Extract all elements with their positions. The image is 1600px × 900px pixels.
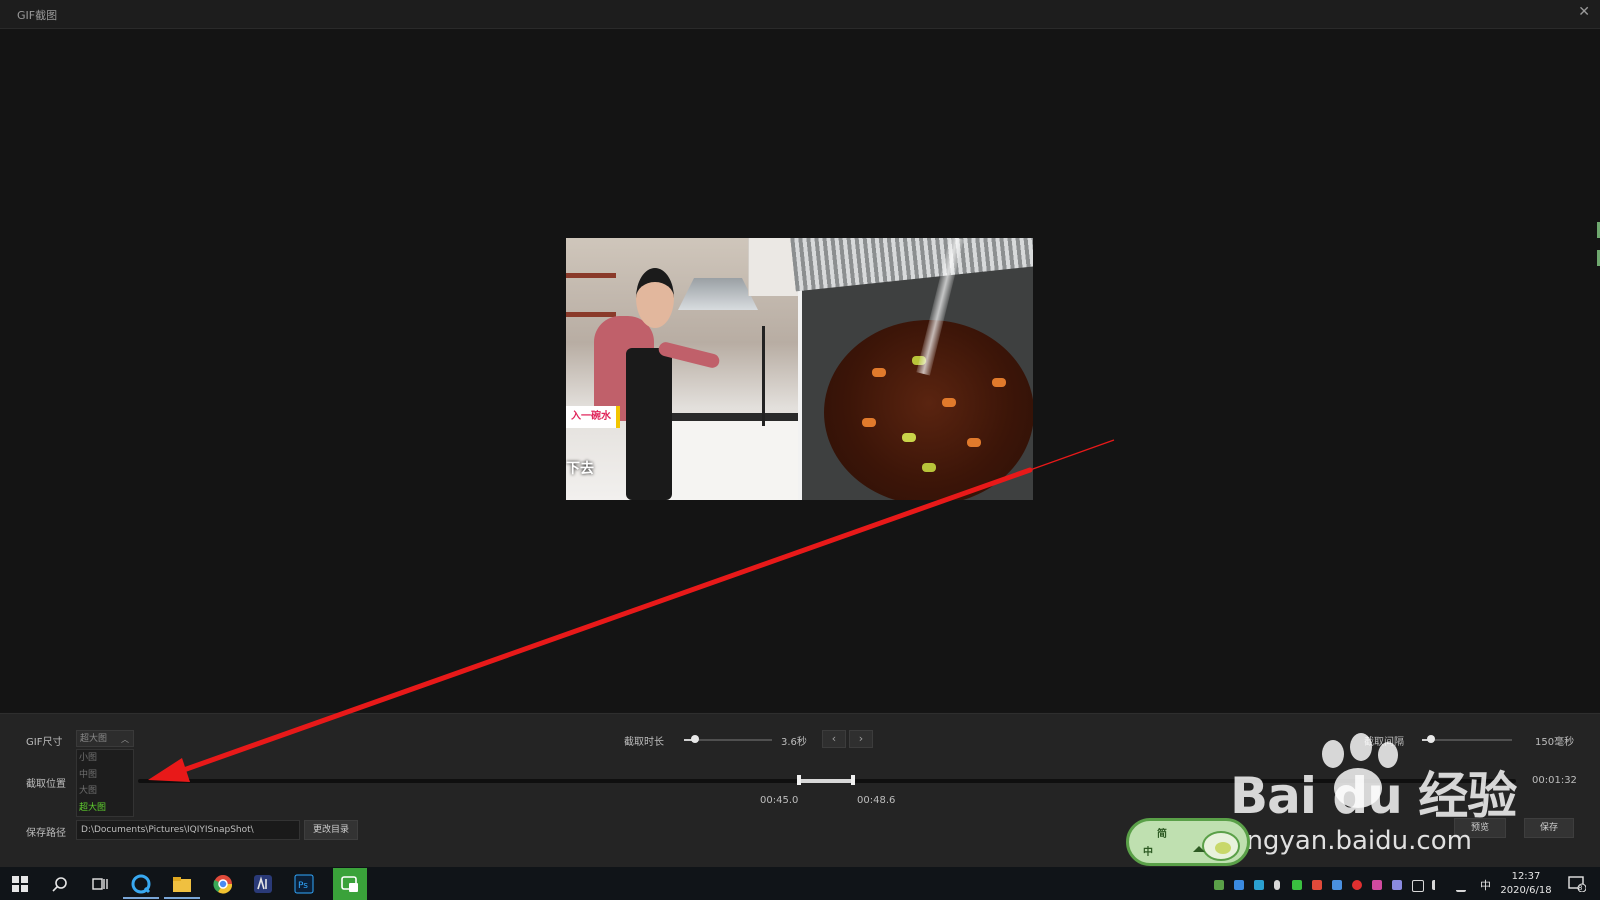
search-icon[interactable] bbox=[49, 873, 71, 895]
creative-app-icon[interactable] bbox=[252, 873, 274, 895]
chrome-icon[interactable] bbox=[212, 873, 234, 895]
task-view-icon[interactable] bbox=[89, 873, 111, 895]
gif-size-selected: 超大图 bbox=[80, 734, 108, 744]
save-button[interactable]: 保存 bbox=[1524, 818, 1574, 838]
ime-mascot-icon bbox=[1193, 831, 1240, 861]
app-tray-icon[interactable] bbox=[1392, 880, 1402, 890]
taskbar-active-indicator bbox=[164, 897, 200, 899]
change-directory-button[interactable]: 更改目录 bbox=[304, 820, 358, 840]
shield-tray-icon[interactable] bbox=[1234, 880, 1244, 890]
gif-size-dropdown: 小图 中图 大图 超大图 bbox=[76, 749, 134, 817]
window-title: GIF截图 bbox=[17, 9, 58, 22]
save-path-label: 保存路径 bbox=[26, 828, 66, 839]
video-caption-tag: 入一碗水 bbox=[566, 406, 620, 428]
nvidia-tray-icon[interactable] bbox=[1214, 880, 1224, 890]
wechat-tray-icon[interactable] bbox=[1292, 880, 1302, 890]
clock-time: 12:37 bbox=[1511, 871, 1541, 882]
svg-text:Ps: Ps bbox=[298, 881, 308, 891]
microphone-tray-icon[interactable] bbox=[1274, 880, 1280, 890]
timeline-selection[interactable] bbox=[799, 779, 853, 783]
app-tray-icon[interactable] bbox=[1372, 880, 1382, 890]
ime-mode-simplified: 简 bbox=[1157, 829, 1167, 840]
notification-count: 8 bbox=[1578, 884, 1583, 892]
baidu-watermark-logo: Bai du 经验 bbox=[1230, 767, 1517, 825]
snapshot-app-icon[interactable] bbox=[333, 868, 367, 900]
volume-tray-icon[interactable] bbox=[1432, 880, 1445, 890]
ime-mode-chinese: 中 bbox=[1143, 847, 1153, 858]
gif-size-option-medium[interactable]: 中图 bbox=[77, 767, 133, 784]
title-bar: GIF截图 ✕ bbox=[0, 0, 1600, 29]
duration-value: 3.6秒 bbox=[781, 737, 807, 748]
kitchen-scene: 入一碗水 下去 bbox=[566, 238, 799, 500]
duration-label: 截取时长 bbox=[624, 737, 664, 748]
windows-start-icon[interactable] bbox=[9, 873, 31, 895]
save-path-field[interactable]: D:\Documents\Pictures\IQIYISnapShot\ bbox=[76, 820, 300, 840]
timeline-start-handle[interactable] bbox=[797, 775, 801, 785]
position-label: 截取位置 bbox=[26, 779, 66, 790]
taskbar-active-indicator bbox=[123, 897, 159, 899]
timeline-end-handle[interactable] bbox=[851, 775, 855, 785]
chevron-up-icon: ︿ bbox=[121, 735, 129, 744]
interval-value: 150毫秒 bbox=[1535, 737, 1575, 748]
app-tray-icon[interactable] bbox=[1312, 880, 1322, 890]
clock-date: 2020/6/18 bbox=[1500, 885, 1552, 896]
record-tray-icon[interactable] bbox=[1352, 880, 1362, 890]
file-explorer-icon[interactable] bbox=[171, 873, 193, 895]
next-frame-button[interactable]: › bbox=[849, 730, 873, 748]
interval-slider-track[interactable] bbox=[1422, 739, 1512, 741]
security-tray-icon[interactable] bbox=[1254, 880, 1264, 890]
pen-tray-icon[interactable] bbox=[1456, 880, 1466, 892]
ime-widget[interactable]: 简 中 bbox=[1126, 818, 1250, 866]
notification-icon[interactable] bbox=[1566, 873, 1588, 895]
duration-slider-knob[interactable] bbox=[690, 735, 699, 743]
prev-frame-button[interactable]: ‹ bbox=[822, 730, 846, 748]
baidu-watermark-url: jingyan.baidu.com bbox=[1232, 826, 1472, 856]
gif-size-option-large[interactable]: 大图 bbox=[77, 783, 133, 800]
timeline-total-time: 00:01:32 bbox=[1532, 775, 1577, 786]
taskbar-clock[interactable]: 12:37 2020/6/18 bbox=[1490, 870, 1562, 898]
gif-size-option-small[interactable]: 小图 bbox=[77, 750, 133, 767]
photoshop-icon[interactable]: Ps bbox=[293, 873, 315, 895]
browser-app-icon[interactable] bbox=[130, 873, 152, 895]
gif-preview-frame: 入一碗水 下去 bbox=[566, 238, 1033, 500]
timeline-start-time: 00:45.0 bbox=[760, 795, 799, 806]
interval-slider-knob[interactable] bbox=[1427, 735, 1435, 743]
close-icon[interactable]: ✕ bbox=[1578, 4, 1590, 20]
gif-size-label: GIF尺寸 bbox=[26, 737, 63, 748]
gif-size-option-xlarge[interactable]: 超大图 bbox=[77, 800, 133, 817]
app-tray-icon[interactable] bbox=[1332, 880, 1342, 890]
video-subtitle: 下去 bbox=[566, 461, 594, 477]
network-tray-icon[interactable] bbox=[1412, 880, 1424, 892]
timeline-end-time: 00:48.6 bbox=[857, 795, 896, 806]
gif-size-select[interactable]: 超大图 ︿ bbox=[76, 730, 134, 747]
wok-scene bbox=[789, 238, 1033, 500]
